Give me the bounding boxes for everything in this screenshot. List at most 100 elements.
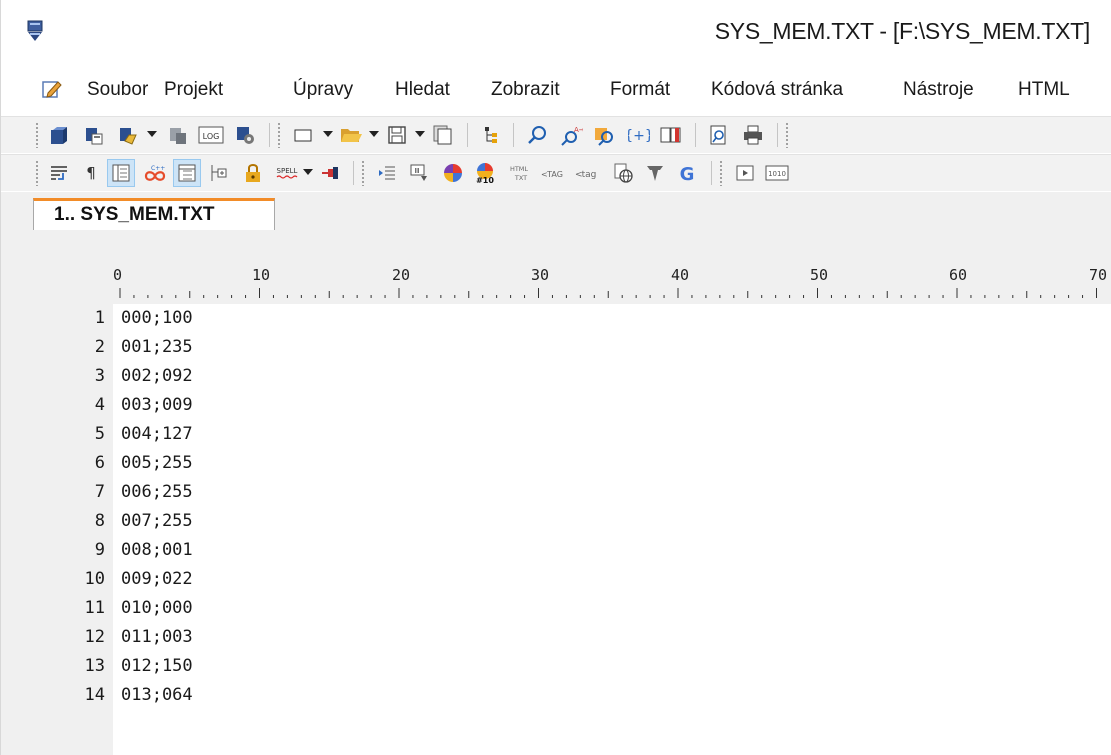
svg-text:1010: 1010 (768, 170, 786, 178)
menu-hledat[interactable]: Hledat (395, 79, 450, 101)
line-number: 3 (94, 366, 105, 386)
chevron-down-icon[interactable] (303, 169, 313, 175)
toolbar-separator (269, 123, 270, 147)
toolbar-separator (711, 161, 712, 185)
save-all-icon[interactable] (429, 121, 457, 149)
tab-label: 1.. SYS_MEM.TXT (54, 204, 215, 225)
toolbar-grip[interactable] (35, 160, 39, 186)
editor-line-text[interactable]: 006;255 (121, 478, 193, 507)
toolbar-grip[interactable] (277, 122, 281, 148)
tag-upper-icon[interactable]: < TAG (539, 159, 567, 187)
print-preview-icon[interactable] (705, 121, 733, 149)
line-numbers-icon[interactable] (107, 159, 135, 187)
settings-file-icon[interactable] (231, 121, 259, 149)
find-in-files-icon[interactable] (591, 121, 619, 149)
print-icon[interactable] (739, 121, 767, 149)
code-folding-icon[interactable] (205, 159, 233, 187)
chevron-down-icon[interactable] (415, 131, 425, 137)
chevron-down-icon[interactable] (369, 131, 379, 137)
line-number: 2 (94, 337, 105, 357)
line-number: 10 (84, 569, 105, 589)
tortoise-icon[interactable] (641, 159, 669, 187)
lock-icon[interactable] (239, 159, 267, 187)
chevron-down-icon[interactable] (147, 131, 157, 137)
play-macro-icon[interactable] (731, 159, 759, 187)
spellcheck-icon[interactable]: SPELL (273, 159, 301, 187)
toolbar-grip[interactable] (361, 160, 365, 186)
html-to-text-icon[interactable]: HTML TXT (505, 159, 533, 187)
svg-text:TXT: TXT (514, 174, 527, 182)
editor-line-text[interactable]: 013;064 (121, 681, 193, 710)
editor-line-text[interactable]: 004;127 (121, 420, 193, 449)
tab-sys-mem[interactable]: 1.. SYS_MEM.TXT (33, 198, 275, 230)
menu-zobrazit[interactable]: Zobrazit (491, 79, 560, 101)
editor-line-text[interactable]: 000;100 (121, 304, 193, 333)
editor-line-text[interactable]: 005;255 (121, 449, 193, 478)
menu-html[interactable]: HTML (1018, 79, 1070, 101)
copy-file-icon[interactable] (163, 121, 191, 149)
chevron-down-icon[interactable] (323, 131, 333, 137)
pilcrow-icon[interactable]: ¶ (77, 159, 105, 187)
ruler-label: 20 (392, 266, 411, 284)
project-tree-icon[interactable] (477, 121, 505, 149)
line-number: 1 (94, 308, 105, 328)
editor-line-text[interactable]: 001;235 (121, 333, 193, 362)
menu-kodova-stranka[interactable]: Kódová stránka (711, 79, 843, 101)
new-file-icon[interactable] (45, 121, 73, 149)
svg-text:C++: C++ (151, 165, 165, 172)
svg-text:SPELL: SPELL (277, 167, 298, 175)
editor-line-text[interactable]: 010;000 (121, 594, 193, 623)
color-picker-icon[interactable] (439, 159, 467, 187)
web-browser-icon[interactable] (609, 159, 637, 187)
binary-icon[interactable]: 1010 (763, 159, 791, 187)
editor-window: SYS_MEM.TXT - [F:\SYS_MEM.TXT] Soubor Pr… (0, 0, 1111, 755)
show-ruler-icon[interactable] (173, 159, 201, 187)
bookmark-pin-icon[interactable] (317, 159, 345, 187)
new-file-template-icon[interactable] (79, 121, 107, 149)
format-toolbar: ¶ C++ SPELL Ⅲ #10 HTML TXT < TAG < tag G… (1, 154, 1111, 191)
save-icon[interactable] (383, 121, 411, 149)
log-icon[interactable]: LOG (197, 121, 225, 149)
editor-line-text[interactable]: 009;022 (121, 565, 193, 594)
svg-text:tag: tag (582, 170, 597, 180)
menu-nastroje[interactable]: Nástroje (903, 79, 974, 101)
book-icon[interactable] (657, 121, 685, 149)
indent-icon[interactable] (373, 159, 401, 187)
brackets-icon[interactable]: {+} (625, 121, 653, 149)
word-wrap-icon[interactable] (45, 159, 73, 187)
google-icon[interactable]: G (673, 159, 701, 187)
toolbar-grip[interactable] (35, 122, 39, 148)
replace-icon[interactable]: A→Z (557, 121, 585, 149)
hex-color-icon[interactable]: #10 (471, 159, 499, 187)
editor-line-text[interactable]: 007;255 (121, 507, 193, 536)
toolbar-grip[interactable] (719, 160, 723, 186)
open-folder-icon[interactable] (337, 121, 365, 149)
app-icon[interactable] (27, 20, 43, 42)
line-number: 14 (84, 685, 105, 705)
line-number: 4 (94, 395, 105, 415)
line-number: 6 (94, 453, 105, 473)
svg-text:#10: #10 (476, 176, 494, 185)
tag-lower-icon[interactable]: < tag (573, 159, 601, 187)
toolbar-grip[interactable] (785, 122, 789, 148)
editor-line-text[interactable]: 003;009 (121, 391, 193, 420)
menu-soubor[interactable]: Soubor (87, 79, 148, 101)
toolbar-separator (513, 123, 514, 147)
new-file-dropdown-icon[interactable] (113, 121, 141, 149)
menu-format[interactable]: Formát (610, 79, 670, 101)
editor-line-text[interactable]: 008;001 (121, 536, 193, 565)
menu-projekt[interactable]: Projekt (164, 79, 223, 101)
toolbar-separator (695, 123, 696, 147)
ruler-label: 70 (1089, 266, 1108, 284)
menu-upravy[interactable]: Úpravy (293, 79, 353, 101)
editor-line-text[interactable]: 011;003 (121, 623, 193, 652)
syntax-highlight-icon[interactable]: C++ (141, 159, 169, 187)
text-editor[interactable] (113, 304, 1111, 755)
editor-line-text[interactable]: 002;092 (121, 362, 193, 391)
svg-text:Ⅲ: Ⅲ (415, 167, 420, 175)
find-icon[interactable] (523, 121, 551, 149)
pencil-icon[interactable] (42, 79, 62, 99)
editor-line-text[interactable]: 012;150 (121, 652, 193, 681)
new-document-icon[interactable] (289, 121, 317, 149)
sort-icon[interactable]: Ⅲ (405, 159, 433, 187)
